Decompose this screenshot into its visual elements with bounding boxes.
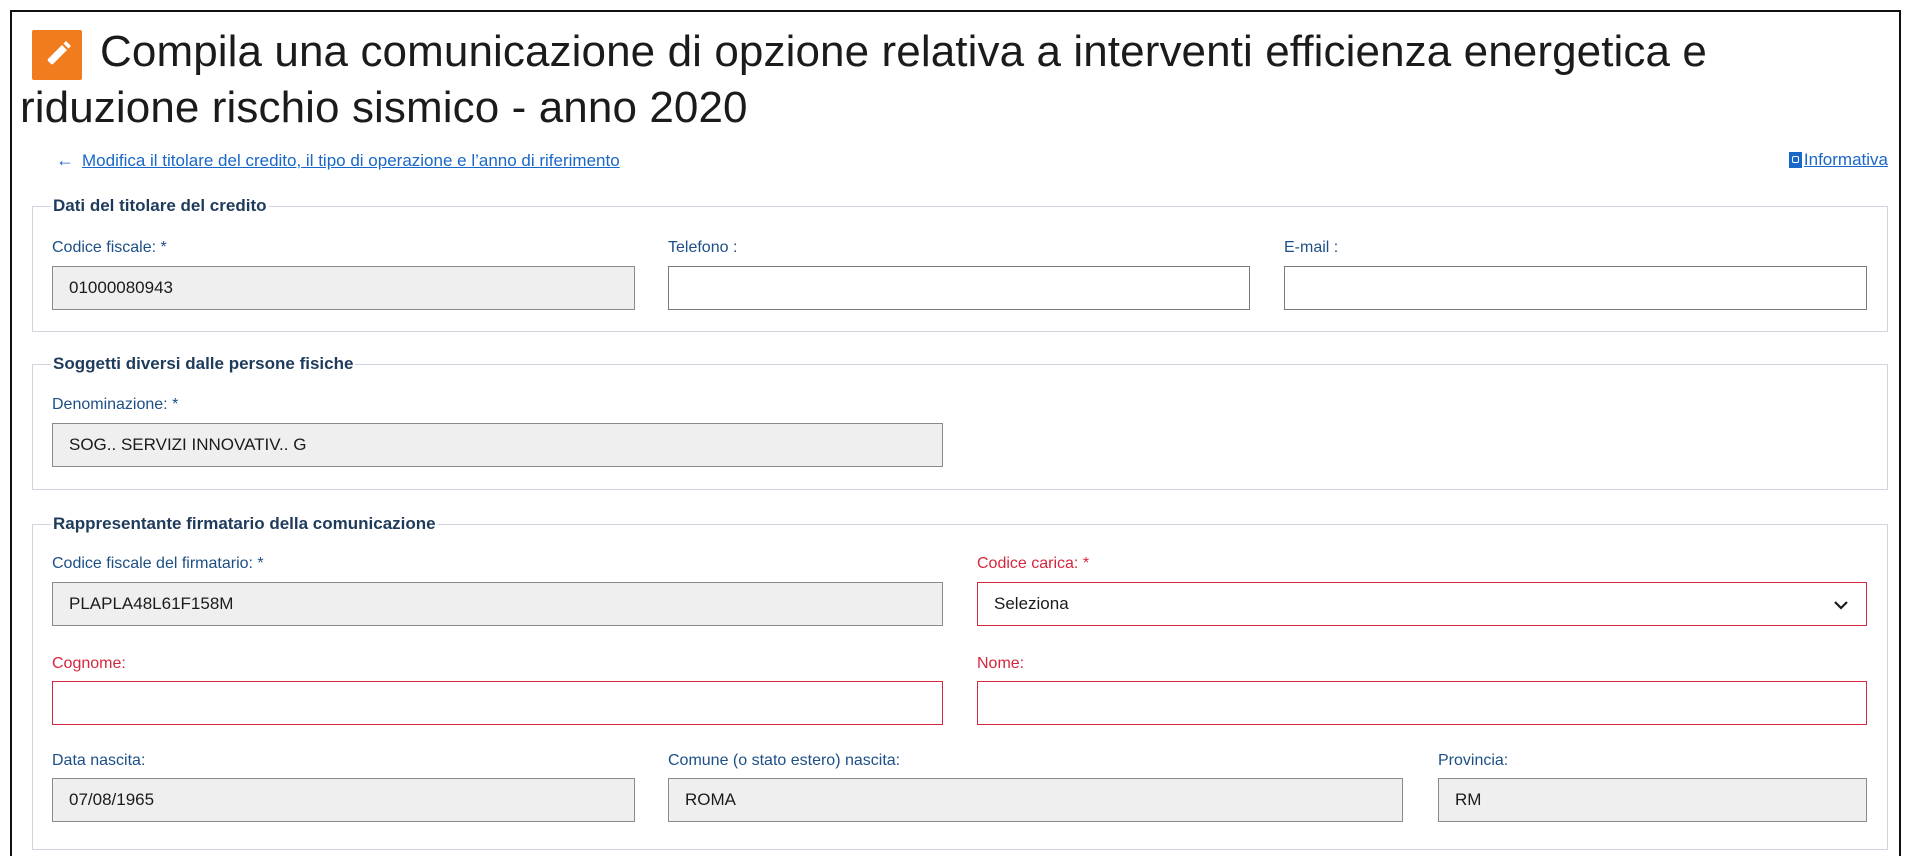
cf-firmatario-field[interactable]: PLAPLA48L61F158M xyxy=(52,582,943,626)
arrow-left-icon: ← xyxy=(56,150,74,170)
provincia-field[interactable]: RM xyxy=(1438,778,1867,822)
codice-fiscale-label: Codice fiscale: * xyxy=(52,239,167,256)
section-rappresentante-legend: Rappresentante firmatario della comunica… xyxy=(53,514,436,533)
email-label: E-mail : xyxy=(1284,239,1339,256)
provincia-label: Provincia: xyxy=(1438,752,1509,769)
cognome-label: Cognome: xyxy=(52,655,126,672)
telefono-label: Telefono : xyxy=(668,239,738,256)
codice-carica-select[interactable]: Seleziona xyxy=(977,582,1867,626)
informativa-link-text[interactable]: Informativa xyxy=(1804,150,1888,170)
cognome-field[interactable] xyxy=(52,681,943,725)
data-nascita-label: Data nascita: xyxy=(52,752,146,769)
nome-label: Nome: xyxy=(977,655,1025,672)
comune-nascita-label: Comune (o stato estero) nascita: xyxy=(668,752,901,769)
pencil-edit-icon xyxy=(32,30,82,80)
pdf-icon xyxy=(1788,152,1802,168)
section-titolare: Dati del titolare del credito xyxy=(32,196,1888,332)
cf-firmatario-label: Codice fiscale del firmatario: * xyxy=(52,555,264,572)
back-link[interactable]: ← Modifica il titolare del credito, il t… xyxy=(56,150,620,171)
codice-carica-selected: Seleziona xyxy=(994,594,1069,613)
codice-fiscale-field[interactable]: 01000080943 xyxy=(52,266,635,310)
section-titolare-legend: Dati del titolare del credito xyxy=(53,196,267,215)
section-soggetti-legend: Soggetti diversi dalle persone fisiche xyxy=(53,354,354,373)
back-link-text[interactable]: Modifica il titolare del credito, il tip… xyxy=(82,151,620,171)
chevron-down-icon xyxy=(1834,601,1848,610)
codice-carica-label: Codice carica: * xyxy=(977,555,1090,572)
page-header: Compila una comunicazione di opzione rel… xyxy=(20,16,1880,136)
comune-nascita-field[interactable]: ROMA xyxy=(668,778,1403,822)
email-field[interactable] xyxy=(1284,266,1867,310)
denominazione-field[interactable]: SOG.. SERVIZI INNOVATIV.. G xyxy=(52,423,943,467)
denominazione-label: Denominazione: * xyxy=(52,396,179,413)
section-soggetti: Soggetti diversi dalle persone fisiche xyxy=(32,354,1888,490)
informativa-link[interactable]: Informativa xyxy=(1788,150,1888,170)
telefono-field[interactable] xyxy=(668,266,1250,310)
nome-field[interactable] xyxy=(977,681,1867,725)
data-nascita-field[interactable]: 07/08/1965 xyxy=(52,778,635,822)
page-title: Compila una comunicazione di opzione rel… xyxy=(20,27,1708,132)
